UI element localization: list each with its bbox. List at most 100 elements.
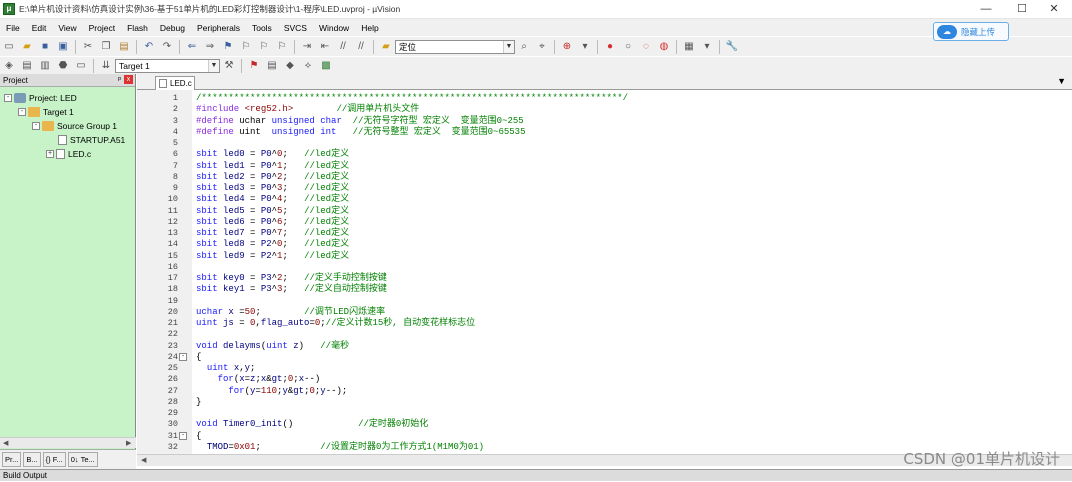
unindent-icon[interactable]: ⇤ [318,40,332,54]
upload-button[interactable]: ☁ 隐藏上传 [933,22,1009,41]
redo-icon[interactable]: ↷ [160,40,174,54]
run-time-env-icon[interactable]: ⟡ [301,59,315,73]
download-icon[interactable]: ⇊ [99,59,113,73]
debug-session-icon[interactable]: ⊕ [560,40,574,54]
tree-node-led-file[interactable]: + LED.c [46,147,91,160]
menu-flash[interactable]: Flash [121,23,154,33]
tab-books[interactable]: B... [23,452,41,467]
menu-debug[interactable]: Debug [154,23,191,33]
copy-icon[interactable]: ❐ [99,40,113,54]
diamond-icon[interactable]: ◆ [283,59,297,73]
incremental-find-icon[interactable]: ⌖ [535,40,549,54]
pin-icon[interactable]: ᵖ [118,75,121,84]
tree-node-startup-file[interactable]: STARTUP.A51 [58,133,125,146]
disable-breakpoint-icon[interactable]: ○ [621,40,635,54]
rebuild-icon[interactable]: ▥ [38,59,52,73]
debug-dropdown-icon[interactable]: ▾ [578,40,592,54]
save-all-icon[interactable]: ▣ [56,40,70,54]
target-options-icon[interactable]: ⚒ [222,59,236,73]
undo-icon[interactable]: ↶ [142,40,156,54]
collapse-toggle[interactable]: - [32,121,40,130]
disable-all-breakpoints-icon[interactable]: ◌ [639,40,653,54]
line-number: 22 [167,329,178,340]
configure-icon[interactable]: 🔧 [725,40,739,54]
line-number: 13 [167,228,178,238]
menu-tools[interactable]: Tools [246,23,278,33]
folder-icon [42,120,54,131]
code-line: for(y=110;y&gt;0;y--); [228,385,348,396]
tab-functions[interactable]: {} F... [42,452,66,467]
code-line: { [196,430,202,441]
code-editor[interactable]: /***************************************… [192,90,1072,454]
tab-project[interactable]: Pr... [2,452,22,467]
tree-node-source-group[interactable]: - Source Group 1 [32,119,117,132]
window-layout-icon[interactable]: ▦ [682,40,696,54]
chevron-down-icon[interactable]: ▼ [208,59,219,72]
menu-window[interactable]: Window [313,23,355,33]
bookmark-icon[interactable]: ⚑ [221,40,235,54]
build-output-header[interactable]: Build Output [0,469,1072,481]
find-in-files-icon[interactable]: ▰ [379,40,393,54]
menu-edit[interactable]: Edit [26,23,53,33]
cut-icon[interactable]: ✂ [81,40,95,54]
tree-node-target[interactable]: - Target 1 [18,105,74,118]
chevron-down-icon[interactable]: ▼ [503,40,514,53]
code-line: void Timer0_init() //定时器0初始化 [196,419,429,430]
tab-led-c[interactable]: LED.c [155,76,195,90]
new-file-icon[interactable]: ▭ [2,40,16,54]
uncomment-icon[interactable]: // [354,40,368,54]
line-number: 15 [167,250,178,261]
collapse-toggle[interactable]: - [18,107,26,116]
line-number-gutter: 1 2 3 4 5 6 7 8 9 10 11 12 13 14 15 16 17 18 19 20 21 22 23 24-… [137,90,192,454]
find-combo[interactable]: 定位 ▼ [395,39,515,54]
fold-toggle[interactable]: - [179,353,187,362]
clear-bookmarks-icon[interactable]: ⚐ [275,40,289,54]
file-extensions-icon[interactable]: ▤ [265,59,279,73]
open-folder-icon[interactable]: ▰ [20,40,34,54]
kill-breakpoints-icon[interactable]: ◍ [657,40,671,54]
batch-build-icon[interactable]: ⬣ [56,59,70,73]
fold-toggle[interactable]: - [179,432,187,440]
translate-icon[interactable]: ◈ [2,59,16,73]
menu-view[interactable]: View [52,23,82,33]
scroll-right-icon[interactable]: ▶ [126,439,131,447]
breakpoint-icon[interactable]: ● [603,40,617,54]
pack-installer-icon[interactable]: ▩ [319,59,333,73]
manage-project-items-icon[interactable]: ⚑ [247,59,261,73]
find-icon[interactable]: ⌕ [517,40,531,54]
target-select[interactable]: Target 1 ▼ [115,58,220,73]
prev-bookmark-icon[interactable]: ⚐ [239,40,253,54]
code-line: sbit led0 = P0^0; //led定义 [196,149,350,160]
editor-tab-bar: LED.c ▼ [137,74,1072,90]
menu-svcs[interactable]: SVCS [278,23,313,33]
tab-list-dropdown-icon[interactable]: ▼ [1057,76,1066,86]
maximize-button[interactable]: ☐ [1004,0,1040,19]
menu-peripherals[interactable]: Peripherals [191,23,246,33]
line-number: 24 [167,351,178,362]
close-button[interactable]: ✕ [1036,0,1072,19]
menu-file[interactable]: File [0,23,26,33]
nav-back-icon[interactable]: ⇐ [185,40,199,54]
stop-build-icon[interactable]: ▭ [74,59,88,73]
scroll-left-icon[interactable]: ◀ [3,439,8,447]
close-panel-button[interactable]: x [124,75,133,84]
nav-forward-icon[interactable]: ⇒ [203,40,217,54]
expand-toggle[interactable]: + [46,149,54,158]
tree-node-project[interactable]: - Project: LED [4,91,77,104]
project-hscrollbar[interactable]: ◀ ▶ [0,437,136,448]
collapse-toggle[interactable]: - [4,93,12,102]
layout-dropdown-icon[interactable]: ▾ [700,40,714,54]
next-bookmark-icon[interactable]: ⚐ [257,40,271,54]
indent-icon[interactable]: ⇥ [300,40,314,54]
paste-icon[interactable]: ▤ [117,40,131,54]
scroll-left-icon[interactable]: ◀ [141,456,146,464]
toolbar-separator [75,39,76,54]
menu-project[interactable]: Project [83,23,121,33]
tab-templates[interactable]: 0↓ Te... [67,452,98,467]
save-icon[interactable]: ■ [38,40,52,54]
menu-help[interactable]: Help [355,23,384,33]
minimize-button[interactable]: — [968,0,1004,19]
code-line: for(x=z;x&gt;0;x--) [217,374,321,385]
comment-icon[interactable]: // [336,40,350,54]
build-icon[interactable]: ▤ [20,59,34,73]
